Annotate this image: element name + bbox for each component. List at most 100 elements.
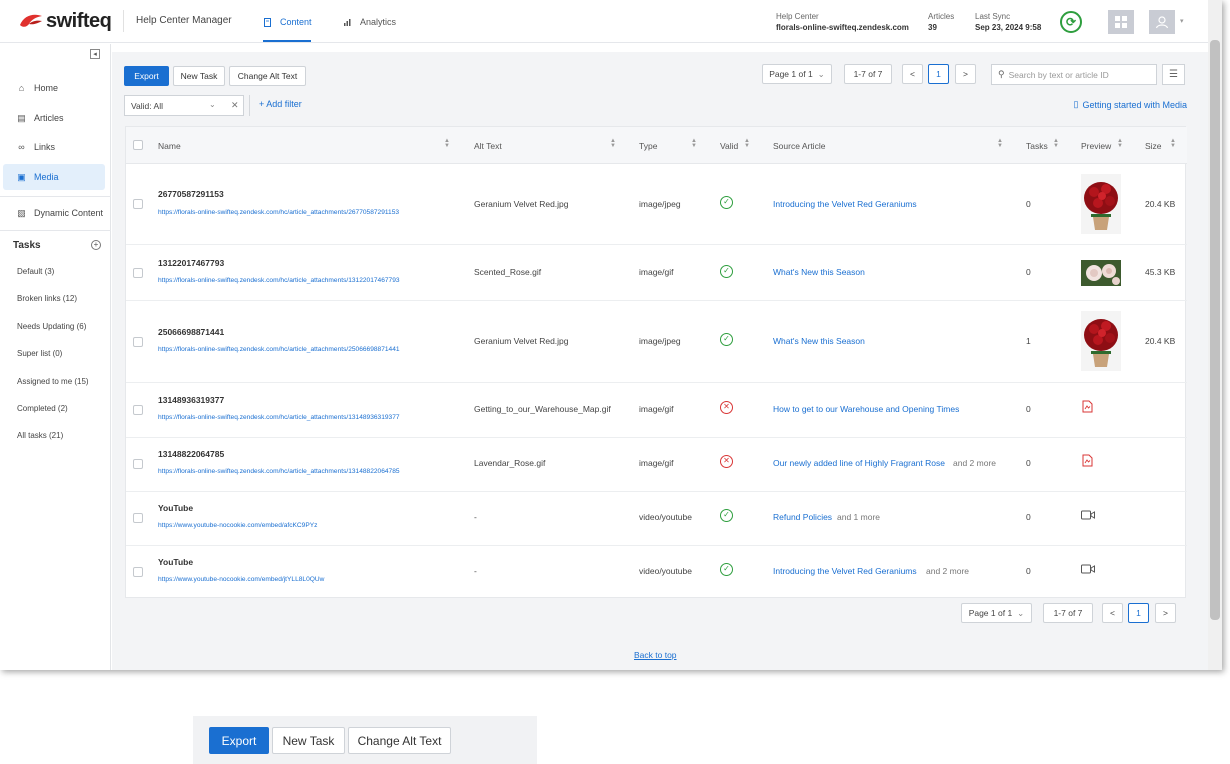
source-article-link[interactable]: Introducing the Velvet Red Geraniums — [773, 566, 917, 576]
source-article-link[interactable]: Introducing the Velvet Red Geraniums — [773, 199, 917, 209]
chevron-down-icon[interactable]: ▾ — [1180, 17, 1184, 25]
collapse-sidebar-button[interactable]: ◂ — [90, 49, 100, 59]
sort-icon[interactable]: ▲ ▼ — [444, 138, 450, 149]
more-articles-count[interactable]: and 2 more — [953, 458, 996, 468]
more-articles-count[interactable]: and 1 more — [837, 512, 880, 522]
apps-button[interactable] — [1108, 10, 1134, 34]
media-url-link[interactable]: https://florals-online-swifteq.zendesk.c… — [158, 277, 400, 284]
table-row[interactable]: 13148936319377 https://florals-online-sw… — [126, 383, 1187, 438]
alt-text-value[interactable]: Geranium Velvet Red.jpg — [474, 199, 569, 209]
table-row[interactable]: 13148822064785 https://florals-online-sw… — [126, 438, 1187, 492]
source-article-link[interactable]: Our newly added line of Highly Fragrant … — [773, 458, 945, 468]
column-header-size[interactable]: Size — [1145, 141, 1162, 151]
column-header-alt-text[interactable]: Alt Text — [474, 141, 502, 151]
alt-text-value[interactable]: Scented_Rose.gif — [474, 267, 541, 277]
task-list-default[interactable]: Default (3) — [17, 267, 54, 276]
new-task-button[interactable]: New Task — [173, 66, 225, 86]
column-header-valid[interactable]: Valid — [720, 141, 738, 151]
next-page-button[interactable]: > — [955, 64, 976, 84]
red-geranium-thumbnail[interactable] — [1081, 174, 1121, 234]
page-select[interactable]: Page 1 of 1 ⌄ — [762, 64, 832, 84]
sort-icon[interactable]: ▲ ▼ — [610, 138, 616, 149]
scrollbar-thumb[interactable] — [1210, 40, 1220, 620]
sort-icon[interactable]: ▲ ▼ — [691, 138, 697, 149]
sort-icon[interactable]: ▲ ▼ — [1053, 138, 1059, 149]
sort-icon[interactable]: ▲ ▼ — [1170, 138, 1176, 149]
row-checkbox[interactable] — [133, 337, 143, 347]
row-checkbox[interactable] — [133, 405, 143, 415]
footer-page-select[interactable]: Page 1 of 1 ⌄ — [961, 603, 1032, 623]
zoomed-change-alt-text-button[interactable]: Change Alt Text — [348, 727, 451, 754]
add-filter-link[interactable]: + Add filter — [259, 99, 302, 109]
video-icon[interactable] — [1081, 510, 1095, 520]
media-url-link[interactable]: https://florals-online-swifteq.zendesk.c… — [158, 346, 400, 353]
task-list-broken-links[interactable]: Broken links (12) — [17, 294, 77, 303]
footer-page-1-button[interactable]: 1 — [1128, 603, 1149, 623]
source-article-link[interactable]: How to get to our Warehouse and Opening … — [773, 404, 959, 414]
source-article-link[interactable]: Refund Policies — [773, 512, 832, 522]
user-avatar-button[interactable] — [1149, 10, 1175, 34]
valid-filter-select[interactable]: Valid: All ⌄ ✕ — [124, 95, 244, 116]
back-to-top-link[interactable]: Back to top — [634, 650, 677, 660]
source-article-link[interactable]: What's New this Season — [773, 336, 865, 346]
table-row[interactable]: 25066698871441 https://florals-online-sw… — [126, 301, 1187, 383]
media-url-link[interactable]: https://www.youtube-nocookie.com/embed/a… — [158, 522, 317, 529]
tab-analytics[interactable]: Analytics — [343, 17, 396, 27]
broken-image-icon[interactable] — [1082, 454, 1093, 467]
column-header-type[interactable]: Type — [639, 141, 657, 151]
page-scrollbar[interactable] — [1208, 0, 1222, 670]
row-checkbox[interactable] — [133, 459, 143, 469]
media-url-link[interactable]: https://florals-online-swifteq.zendesk.c… — [158, 468, 400, 475]
page-1-button[interactable]: 1 — [928, 64, 949, 84]
task-list-super-list[interactable]: Super list (0) — [17, 349, 62, 358]
alt-text-value[interactable]: Geranium Velvet Red.jpg — [474, 336, 569, 346]
add-task-list-button[interactable]: + — [91, 240, 101, 250]
task-list-all-tasks[interactable]: All tasks (21) — [17, 431, 63, 440]
media-url-link[interactable]: https://florals-online-swifteq.zendesk.c… — [158, 414, 400, 421]
table-row[interactable]: 13122017467793 https://florals-online-sw… — [126, 245, 1187, 301]
white-rose-thumbnail[interactable] — [1081, 260, 1121, 286]
sidebar-item-articles[interactable]: ▤ Articles — [0, 105, 106, 131]
change-alt-text-button[interactable]: Change Alt Text — [229, 66, 306, 86]
zoomed-new-task-button[interactable]: New Task — [272, 727, 345, 754]
clear-filter-icon[interactable]: ✕ — [231, 100, 239, 111]
table-row[interactable]: 26770587291153 https://florals-online-sw… — [126, 164, 1187, 245]
alt-text-value[interactable]: Lavendar_Rose.gif — [474, 458, 545, 468]
sort-icon[interactable]: ▲ ▼ — [744, 138, 750, 149]
sidebar-item-home[interactable]: ⌂ Home — [0, 75, 106, 101]
source-article-link[interactable]: What's New this Season — [773, 267, 865, 277]
sort-icon[interactable]: ▲ ▼ — [997, 138, 1003, 149]
column-header-source-article[interactable]: Source Article — [773, 141, 825, 151]
footer-next-page-button[interactable]: > — [1155, 603, 1176, 623]
alt-text-value[interactable]: - — [474, 566, 477, 576]
zoomed-export-button[interactable]: Export — [209, 727, 269, 754]
column-header-tasks[interactable]: Tasks — [1026, 141, 1048, 151]
table-row[interactable]: YouTube https://www.youtube-nocookie.com… — [126, 492, 1187, 546]
sidebar-item-dynamic-content[interactable]: ▧ Dynamic Content — [0, 200, 106, 226]
export-button[interactable]: Export — [124, 66, 169, 86]
media-url-link[interactable]: https://florals-online-swifteq.zendesk.c… — [158, 209, 399, 216]
red-geranium-thumbnail[interactable] — [1081, 311, 1121, 371]
prev-page-button[interactable]: < — [902, 64, 923, 84]
sidebar-item-media[interactable]: ▣ Media — [3, 164, 105, 190]
task-list-completed[interactable]: Completed (2) — [17, 404, 68, 413]
task-list-assigned-to-me[interactable]: Assigned to me (15) — [17, 377, 89, 386]
column-settings-button[interactable]: ☰ — [1162, 64, 1185, 85]
getting-started-link[interactable]: ▯ Getting started with Media — [1073, 99, 1187, 110]
tab-content[interactable]: Content — [263, 17, 312, 27]
column-header-preview[interactable]: Preview — [1081, 141, 1111, 151]
broken-image-icon[interactable] — [1082, 400, 1093, 413]
select-all-checkbox[interactable] — [133, 140, 143, 150]
row-checkbox[interactable] — [133, 567, 143, 577]
task-list-needs-updating[interactable]: Needs Updating (6) — [17, 322, 86, 331]
sort-icon[interactable]: ▲ ▼ — [1117, 138, 1123, 149]
alt-text-value[interactable]: Getting_to_our_Warehouse_Map.gif — [474, 404, 611, 414]
search-input[interactable]: ⚲ Search by text or article ID — [991, 64, 1157, 85]
media-url-link[interactable]: https://www.youtube-nocookie.com/embed/j… — [158, 576, 324, 583]
column-header-name[interactable]: Name — [158, 141, 181, 151]
row-checkbox[interactable] — [133, 513, 143, 523]
table-row[interactable]: YouTube https://www.youtube-nocookie.com… — [126, 546, 1187, 599]
swifteq-logo[interactable]: swifteq — [18, 9, 112, 33]
sidebar-item-links[interactable]: ∞ Links — [0, 134, 106, 160]
alt-text-value[interactable]: - — [474, 512, 477, 522]
